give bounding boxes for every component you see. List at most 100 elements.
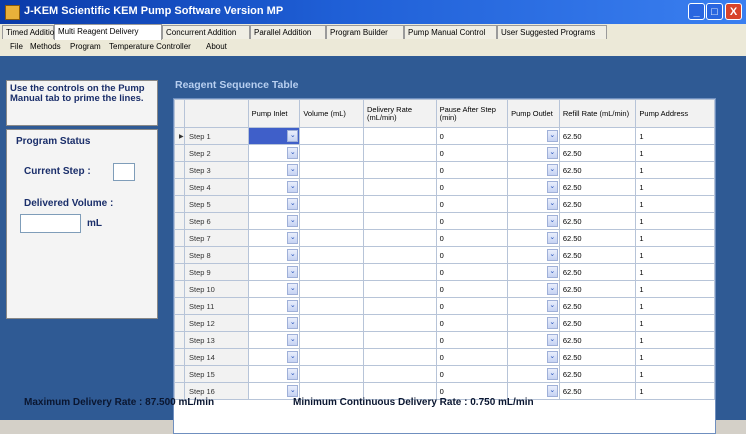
pause-after-step-cell[interactable]: 0 [435,144,509,162]
column-header-pause-after-step[interactable]: Pause After Step (min) [435,99,509,128]
chevron-down-icon[interactable]: ⌄ [287,147,299,159]
delivery-rate-cell[interactable] [362,229,437,247]
tab-parallel-addition[interactable]: Parallel Addition [250,25,326,39]
volume-cell[interactable] [299,229,364,247]
pump-outlet-cell[interactable]: ⌄ [507,280,560,298]
step-label[interactable]: Step 10 [183,280,249,298]
menu-program[interactable]: Program [70,42,101,51]
refill-rate-cell[interactable]: 62.50 [558,263,637,281]
pump-address-cell[interactable]: 1 [635,229,715,247]
pump-outlet-cell[interactable]: ⌄ [507,331,560,349]
pause-after-step-cell[interactable]: 0 [435,365,509,383]
pump-inlet-cell[interactable]: ⌄ [247,280,301,298]
column-header-delivery-rate[interactable]: Delivery Rate (mL/min) [362,99,437,128]
refill-rate-cell[interactable]: 62.50 [558,382,637,400]
refill-rate-cell[interactable]: 62.50 [558,331,637,349]
chevron-down-icon[interactable]: ⌄ [287,130,299,142]
pump-inlet-cell[interactable]: ⌄ [247,331,301,349]
delivery-rate-cell[interactable] [362,212,437,230]
chevron-down-icon[interactable]: ⌄ [546,317,558,329]
table-row[interactable]: ▶ Step 1 ⌄ 0 ⌄ 62.50 1 [174,127,715,145]
pump-address-cell[interactable]: 1 [635,195,715,213]
table-row[interactable]: Step 13 ⌄ 0 ⌄ 62.50 1 [174,331,715,349]
chevron-down-icon[interactable]: ⌄ [546,147,558,159]
chevron-down-icon[interactable]: ⌄ [546,198,558,210]
table-row[interactable]: Step 15 ⌄ 0 ⌄ 62.50 1 [174,365,715,383]
volume-cell[interactable] [299,280,364,298]
pump-address-cell[interactable]: 1 [635,161,715,179]
table-row[interactable]: Step 5 ⌄ 0 ⌄ 62.50 1 [174,195,715,213]
pump-outlet-cell[interactable]: ⌄ [507,127,560,145]
pump-address-cell[interactable]: 1 [635,365,715,383]
menu-methods[interactable]: Methods [30,42,61,51]
delivery-rate-cell[interactable] [362,263,437,281]
delivery-rate-cell[interactable] [362,178,437,196]
pause-after-step-cell[interactable]: 0 [435,229,509,247]
volume-cell[interactable] [299,161,364,179]
menu-file[interactable]: File [10,42,23,51]
volume-cell[interactable] [299,144,364,162]
pump-address-cell[interactable]: 1 [635,144,715,162]
refill-rate-cell[interactable]: 62.50 [558,195,637,213]
current-step-field[interactable] [113,163,135,181]
refill-rate-cell[interactable]: 62.50 [558,365,637,383]
chevron-down-icon[interactable]: ⌄ [287,198,299,210]
chevron-down-icon[interactable]: ⌄ [287,283,299,295]
pump-outlet-cell[interactable]: ⌄ [507,297,560,315]
volume-cell[interactable] [299,314,364,332]
step-label[interactable]: Step 7 [183,229,249,247]
step-label[interactable]: Step 11 [183,297,249,315]
refill-rate-cell[interactable]: 62.50 [558,280,637,298]
volume-cell[interactable] [299,212,364,230]
pause-after-step-cell[interactable]: 0 [435,195,509,213]
step-label[interactable]: Step 6 [183,212,249,230]
chevron-down-icon[interactable]: ⌄ [287,385,299,397]
pause-after-step-cell[interactable]: 0 [435,161,509,179]
pump-outlet-cell[interactable]: ⌄ [507,161,560,179]
column-header-pump-outlet[interactable]: Pump Outlet [507,99,560,128]
pump-outlet-cell[interactable]: ⌄ [507,314,560,332]
pump-outlet-cell[interactable]: ⌄ [507,212,560,230]
refill-rate-cell[interactable]: 62.50 [558,178,637,196]
step-label[interactable]: Step 12 [183,314,249,332]
pump-address-cell[interactable]: 1 [635,246,715,264]
pump-address-cell[interactable]: 1 [635,348,715,366]
tab-multi-reagent-delivery[interactable]: Multi Reagent Delivery [54,24,162,40]
refill-rate-cell[interactable]: 62.50 [558,314,637,332]
delivery-rate-cell[interactable] [362,161,437,179]
delivery-rate-cell[interactable] [362,280,437,298]
minimize-button[interactable]: _ [688,3,705,20]
menu-temperature-controller[interactable]: Temperature Controller [109,42,191,51]
tab-user-suggested-programs[interactable]: User Suggested Programs [497,25,607,39]
delivery-rate-cell[interactable] [362,314,437,332]
chevron-down-icon[interactable]: ⌄ [546,351,558,363]
table-row[interactable]: Step 9 ⌄ 0 ⌄ 62.50 1 [174,263,715,281]
delivery-rate-cell[interactable] [362,365,437,383]
refill-rate-cell[interactable]: 62.50 [558,348,637,366]
pump-inlet-cell[interactable]: ⌄ [247,263,301,281]
pump-inlet-cell[interactable]: ⌄ [247,178,301,196]
step-label[interactable]: Step 9 [183,263,249,281]
pump-outlet-cell[interactable]: ⌄ [507,144,560,162]
tab-program-builder[interactable]: Program Builder [326,25,404,39]
pump-address-cell[interactable]: 1 [635,263,715,281]
delivery-rate-cell[interactable] [362,246,437,264]
chevron-down-icon[interactable]: ⌄ [546,181,558,193]
refill-rate-cell[interactable]: 62.50 [558,144,637,162]
step-label[interactable]: Step 13 [183,331,249,349]
refill-rate-cell[interactable]: 62.50 [558,127,637,145]
chevron-down-icon[interactable]: ⌄ [546,164,558,176]
pump-outlet-cell[interactable]: ⌄ [507,348,560,366]
refill-rate-cell[interactable]: 62.50 [558,161,637,179]
chevron-down-icon[interactable]: ⌄ [287,232,299,244]
pump-inlet-cell[interactable]: ⌄ [247,365,301,383]
step-label[interactable]: Step 15 [183,365,249,383]
delivery-rate-cell[interactable] [362,144,437,162]
pump-inlet-cell[interactable]: ⌄ [247,195,301,213]
pump-inlet-cell[interactable]: ⌄ [247,161,301,179]
pump-inlet-cell[interactable]: ⌄ [247,314,301,332]
tab-concurrent-addition[interactable]: Concurrent Addition [162,25,250,39]
refill-rate-cell[interactable]: 62.50 [558,246,637,264]
pump-address-cell[interactable]: 1 [635,314,715,332]
chevron-down-icon[interactable]: ⌄ [287,317,299,329]
